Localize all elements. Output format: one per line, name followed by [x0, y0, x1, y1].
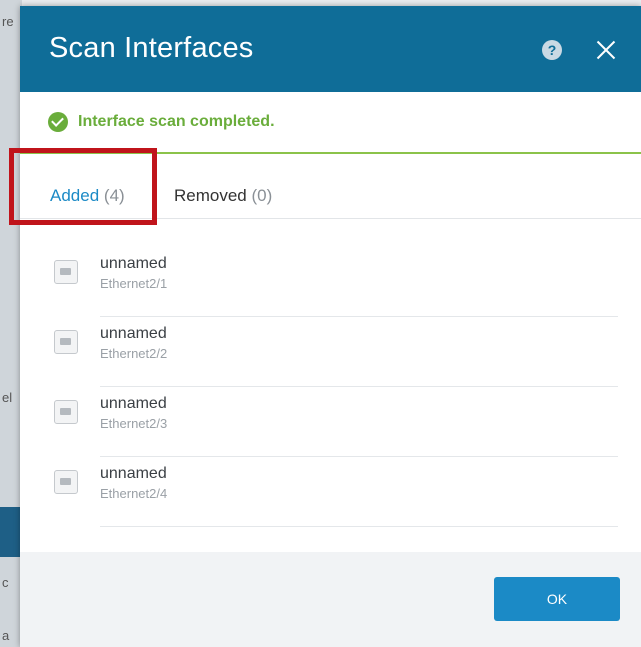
check-circle-icon	[48, 112, 68, 132]
interface-name: unnamed	[100, 395, 167, 412]
tab-bar: Added (4) Removed (0)	[20, 154, 641, 219]
tab-removed-count: (0)	[251, 186, 273, 205]
background-text: re	[2, 14, 14, 29]
list-item: unnamed Ethernet2/4	[20, 444, 641, 527]
close-icon[interactable]	[594, 38, 618, 62]
dialog-footer: OK	[20, 552, 641, 647]
interface-name: unnamed	[100, 325, 167, 342]
tab-removed[interactable]: Removed (0)	[174, 186, 272, 206]
status-message: Interface scan completed.	[78, 113, 275, 130]
tab-added-count: (4)	[103, 186, 125, 205]
scan-status-banner: Interface scan completed.	[20, 92, 641, 154]
ethernet-port-icon	[54, 330, 78, 354]
tab-added-label: Added	[50, 186, 100, 205]
ethernet-port-icon	[54, 470, 78, 494]
interface-port: Ethernet2/4	[100, 486, 168, 501]
list-item: unnamed Ethernet2/2	[20, 304, 641, 387]
divider	[100, 526, 618, 527]
tab-added[interactable]: Added (4)	[50, 186, 125, 206]
interface-name: unnamed	[100, 255, 167, 272]
background-blue-bar	[0, 507, 22, 557]
list-item: unnamed Ethernet2/3	[20, 374, 641, 457]
help-icon[interactable]: ?	[542, 40, 562, 60]
ethernet-port-icon	[54, 260, 78, 284]
interface-port: Ethernet2/1	[100, 276, 168, 291]
background-text: c	[2, 575, 9, 590]
ok-button[interactable]: OK	[494, 577, 620, 621]
dialog-header: Scan Interfaces ?	[20, 6, 641, 92]
interface-name: unnamed	[100, 465, 167, 482]
tab-removed-label: Removed	[174, 186, 247, 205]
interface-port: Ethernet2/2	[100, 346, 168, 361]
interface-port: Ethernet2/3	[100, 416, 168, 431]
ethernet-port-icon	[54, 400, 78, 424]
background-text: el	[2, 390, 13, 405]
scan-interfaces-dialog: Scan Interfaces ? Interface scan complet…	[20, 6, 641, 647]
list-item: unnamed Ethernet2/1	[20, 234, 641, 317]
dialog-title: Scan Interfaces	[49, 32, 254, 64]
background-text: a	[2, 628, 10, 643]
